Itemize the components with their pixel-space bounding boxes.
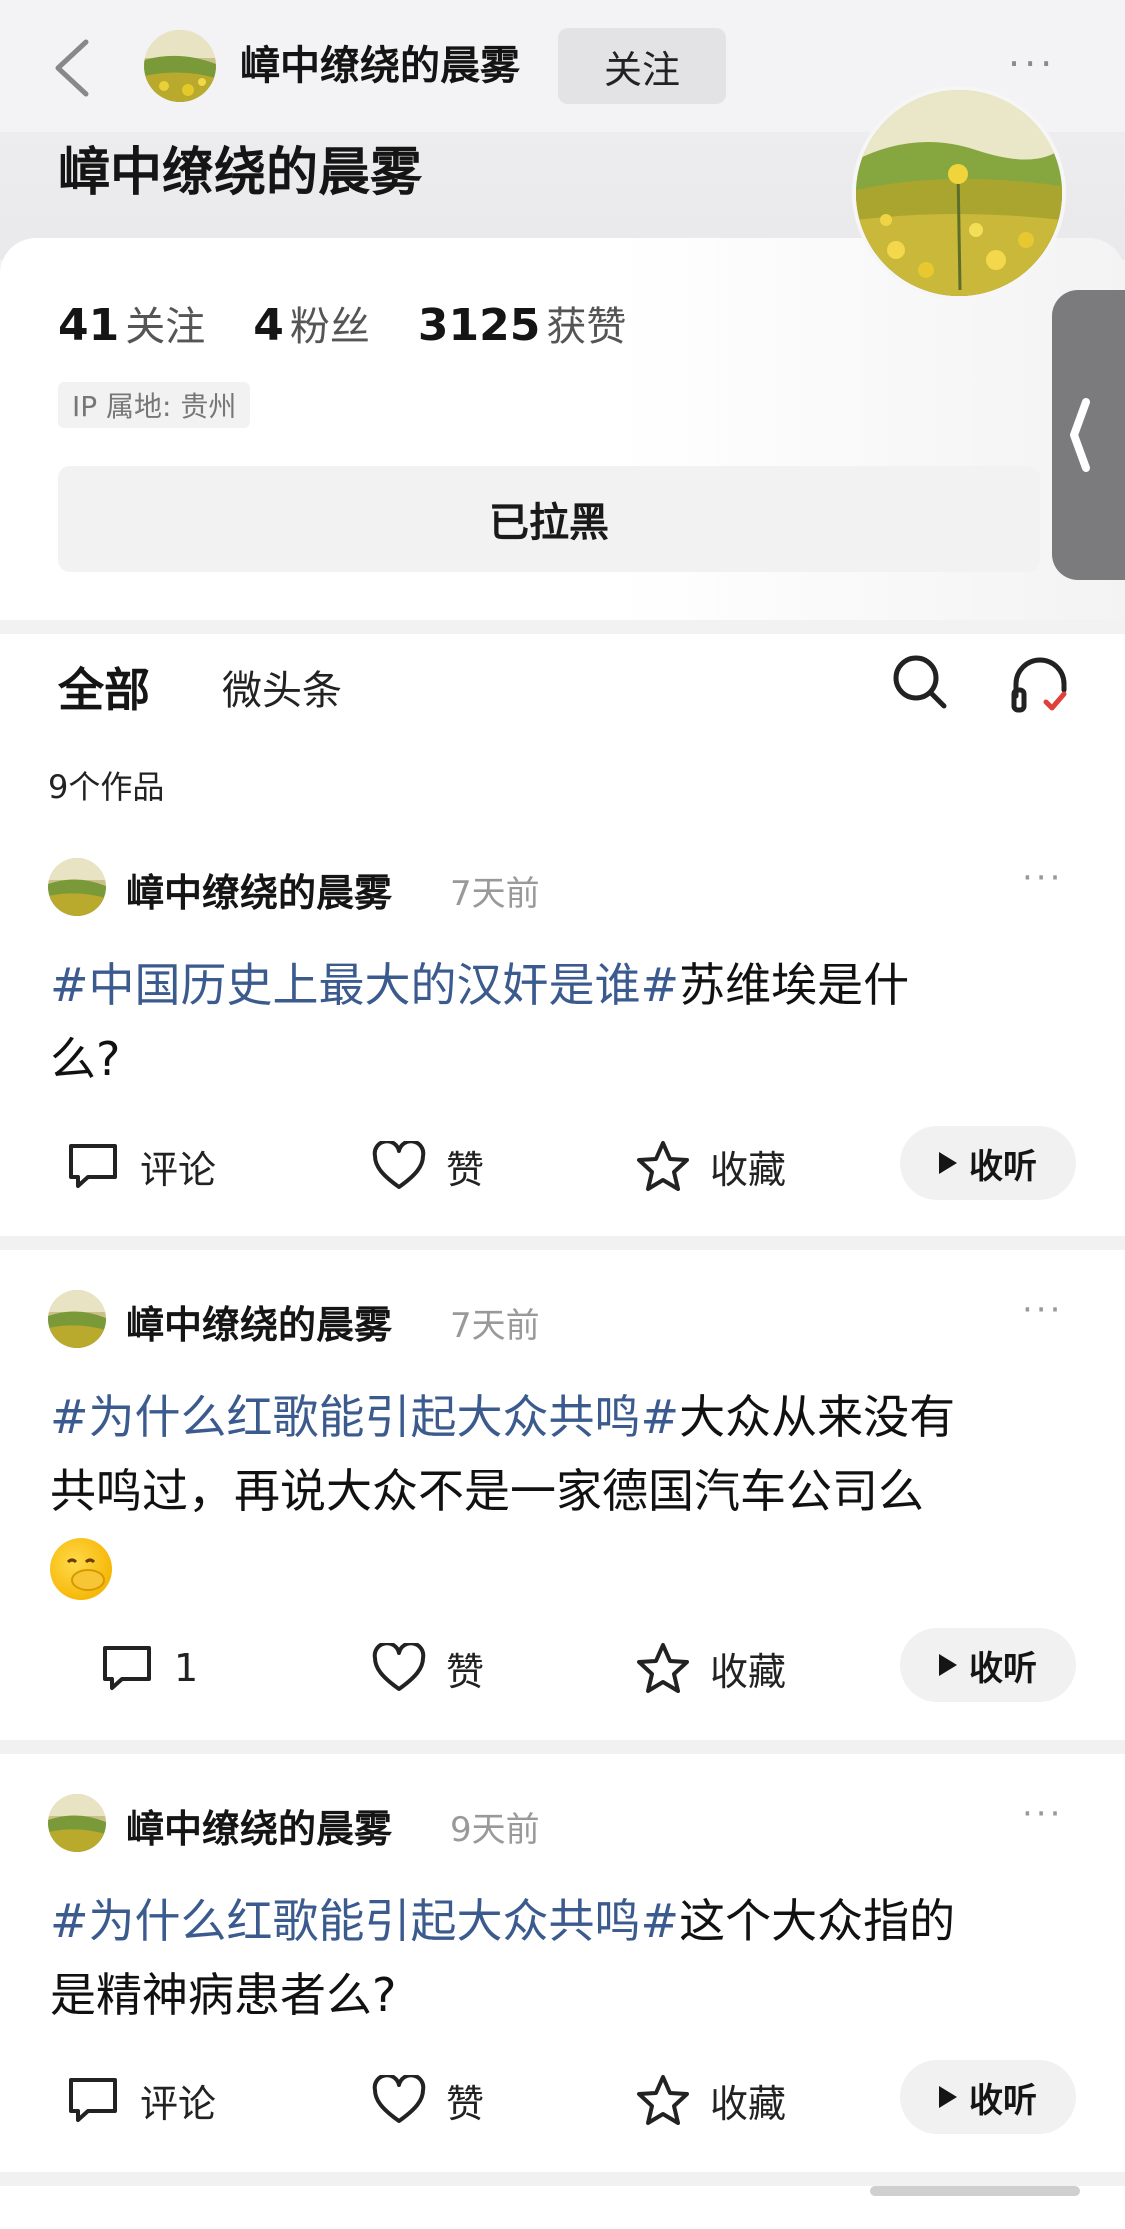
post-author-avatar[interactable] — [48, 858, 106, 916]
listen-label: 收听 — [969, 1648, 1037, 1689]
search-icon[interactable] — [890, 652, 950, 712]
hashtag-link[interactable]: #为什么红歌能引起大众共鸣# — [50, 1390, 679, 1444]
favorite-button[interactable]: 收藏 — [636, 2060, 786, 2140]
listen-button[interactable]: 收听 — [900, 1628, 1076, 1702]
star-icon — [637, 1141, 689, 1191]
post-divider — [0, 2172, 1125, 2186]
favorite-label: 收藏 — [710, 2081, 787, 2126]
hashtag-link[interactable]: #中国历史上最大的汉奸是谁# — [50, 958, 679, 1012]
ip-location-badge: IP 属地: 贵州 — [58, 382, 251, 428]
post-more-icon[interactable]: ··· — [1022, 1290, 1063, 1330]
profile-avatar[interactable] — [852, 86, 1066, 300]
profile-stats: 41 关注 4 粉丝 3125 获赞 — [58, 294, 674, 352]
comment-button[interactable]: 评论 — [66, 2060, 216, 2140]
play-icon — [939, 1152, 957, 1174]
side-drawer-handle[interactable] — [1052, 290, 1125, 580]
post-text[interactable]: #中国历史上最大的汉奸是谁#苏维埃是什 么? — [50, 948, 1080, 1096]
header-title: 嶂中缭绕的晨雾 — [240, 43, 520, 89]
headphones-icon[interactable] — [1010, 656, 1070, 716]
favorite-button[interactable]: 收藏 — [636, 1126, 786, 1206]
post-time: 7天前 — [450, 874, 540, 914]
post-author-name[interactable]: 嶂中缭绕的晨雾 — [126, 1798, 392, 1853]
avatar[interactable] — [144, 30, 216, 102]
post-text-line: 这个大众指的 — [679, 1894, 956, 1948]
post-text[interactable]: #为什么红歌能引起大众共鸣#这个大众指的 是精神病患者么? — [50, 1884, 1080, 2032]
following-label[interactable]: 关注 — [125, 294, 205, 352]
heart-icon — [372, 2075, 426, 2123]
heart-icon — [372, 1141, 426, 1189]
post-actions: 评论 赞 收藏 收听 — [0, 1126, 1125, 1206]
post-author-avatar[interactable] — [48, 1794, 106, 1852]
post-actions: 评论 赞 收藏 收听 — [0, 2060, 1125, 2140]
likes-count: 3125 — [417, 300, 541, 351]
post-time: 9天前 — [450, 1810, 540, 1850]
post-author-avatar[interactable] — [48, 1290, 106, 1348]
listen-button[interactable]: 收听 — [900, 1126, 1076, 1200]
more-options-icon[interactable]: ··· — [1008, 45, 1056, 83]
post-text-line: 么? — [50, 1032, 121, 1086]
works-count: 9个作品 — [48, 768, 165, 806]
comment-icon — [69, 2078, 117, 2122]
post-more-icon[interactable]: ··· — [1022, 1794, 1063, 1834]
tab-all[interactable]: 全部 — [58, 654, 150, 720]
play-icon — [939, 2086, 957, 2108]
hashtag-link[interactable]: #为什么红歌能引起大众共鸣# — [50, 1894, 679, 1948]
post-time: 7天前 — [450, 1306, 540, 1346]
comment-label: 评论 — [140, 2081, 217, 2126]
home-indicator — [870, 2186, 1080, 2196]
followers-count[interactable]: 4 — [253, 300, 284, 351]
favorite-label: 收藏 — [710, 1147, 787, 1192]
post-author-name[interactable]: 嶂中缭绕的晨雾 — [126, 1294, 392, 1349]
tab-weitoutiao[interactable]: 微头条 — [222, 658, 342, 716]
chevron-left-icon — [1070, 398, 1090, 472]
like-label: 赞 — [446, 1147, 485, 1192]
post-text-line: 苏维埃是什 — [679, 958, 910, 1012]
like-button[interactable]: 赞 — [372, 1628, 484, 1708]
blocked-button[interactable]: 已拉黑 — [58, 466, 1040, 572]
heart-icon — [372, 1643, 426, 1691]
post-more-icon[interactable]: ··· — [1022, 858, 1063, 898]
star-icon — [637, 2075, 689, 2125]
comment-icon — [69, 1144, 117, 1188]
play-icon — [939, 1654, 957, 1676]
favorite-label: 收藏 — [710, 1649, 787, 1694]
like-label: 赞 — [446, 1649, 485, 1694]
post-actions: 1 赞 收藏 收听 — [0, 1628, 1125, 1708]
comment-button[interactable]: 评论 — [66, 1126, 216, 1206]
post-text-line: 大众从来没有 — [679, 1390, 956, 1444]
post-text-line: 是精神病患者么? — [50, 1968, 397, 2022]
listen-label: 收听 — [969, 1146, 1037, 1187]
post-author-name[interactable]: 嶂中缭绕的晨雾 — [126, 862, 392, 917]
star-icon — [637, 1643, 689, 1693]
comment-button[interactable]: 1 — [100, 1628, 198, 1708]
post-divider — [0, 1740, 1125, 1754]
post-text[interactable]: #为什么红歌能引起大众共鸣#大众从来没有 共鸣过，再说大众不是一家德国汽车公司么 — [50, 1380, 1080, 1602]
comment-icon — [103, 1646, 151, 1690]
favorite-button[interactable]: 收藏 — [636, 1628, 786, 1708]
hand-over-mouth-emoji-icon — [50, 1537, 112, 1600]
back-arrow-icon[interactable] — [50, 38, 94, 98]
like-button[interactable]: 赞 — [372, 2060, 484, 2140]
listen-label: 收听 — [969, 2080, 1037, 2121]
comment-label: 评论 — [140, 1147, 217, 1192]
following-count[interactable]: 41 — [58, 300, 119, 351]
like-label: 赞 — [446, 2081, 485, 2126]
follow-button[interactable]: 关注 — [558, 28, 726, 104]
likes-label: 获赞 — [546, 304, 627, 350]
profile-name: 嶂中缭绕的晨雾 — [58, 143, 423, 203]
listen-button[interactable]: 收听 — [900, 2060, 1076, 2134]
followers-label[interactable]: 粉丝 — [290, 294, 370, 352]
post-divider — [0, 1236, 1125, 1250]
post-text-line: 共鸣过，再说大众不是一家德国汽车公司么 — [50, 1464, 924, 1518]
like-button[interactable]: 赞 — [372, 1126, 484, 1206]
comment-count: 1 — [174, 1646, 199, 1690]
